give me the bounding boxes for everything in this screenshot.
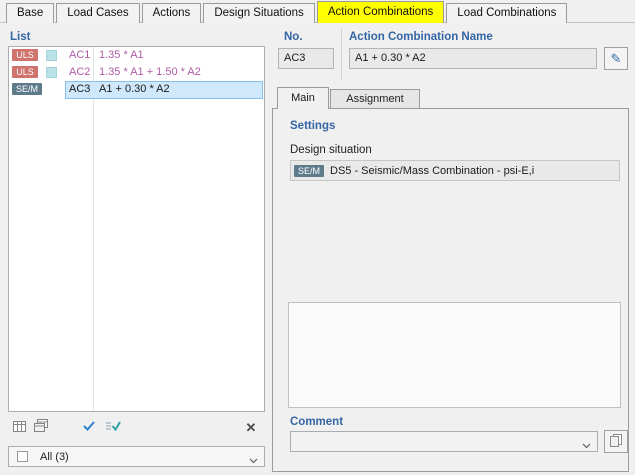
- check-list-icon: [105, 420, 121, 435]
- check-all-button[interactable]: [78, 418, 100, 436]
- design-situation-field[interactable]: SE/M DS5 - Seismic/Mass Combination - ps…: [290, 160, 620, 181]
- tab-load-combinations[interactable]: Load Combinations: [446, 3, 568, 23]
- uls-badge: ULS: [12, 66, 38, 78]
- sem-badge: SE/M: [12, 83, 42, 95]
- copy-icon: [609, 433, 623, 450]
- comment-label: Comment: [290, 416, 344, 428]
- description-area: [288, 302, 621, 408]
- design-situation-value: DS5 - Seismic/Mass Combination - psi-E,i: [330, 164, 535, 177]
- combination-formula: 1.35 * A1 + 1.50 * A2: [99, 66, 201, 78]
- combination-id: AC2: [69, 66, 91, 78]
- tab-assignment[interactable]: Assignment: [330, 89, 420, 109]
- list-item-ac3-selected[interactable]: SE/M AC3 A1 + 0.30 * A2: [9, 81, 264, 99]
- action-combinations-dialog: Base Load Cases Actions Design Situation…: [0, 0, 635, 475]
- edit-name-button[interactable]: ✎: [604, 47, 628, 70]
- check-filter-button[interactable]: [102, 418, 124, 436]
- name-label: Action Combination Name: [349, 31, 493, 43]
- list-filter-dropdown[interactable]: All (3): [8, 446, 265, 467]
- chevron-down-icon: [582, 440, 591, 452]
- list-column-divider: [93, 47, 94, 411]
- color-swatch: [46, 50, 57, 61]
- list-item-ac2[interactable]: ULS AC2 1.35 * A1 + 1.50 * A2: [9, 64, 264, 81]
- blue-check-icon: [82, 420, 96, 435]
- edit-pencil-icon: ✎: [610, 51, 622, 66]
- tab-base[interactable]: Base: [6, 3, 55, 23]
- combination-id: AC1: [69, 49, 91, 61]
- list-label: List: [10, 31, 31, 43]
- name-field[interactable]: A1 + 0.30 * A2: [349, 48, 597, 69]
- header-divider: [341, 28, 342, 80]
- sem-badge: SE/M: [294, 164, 324, 177]
- delete-x-icon: ✕: [245, 419, 257, 435]
- settings-label: Settings: [290, 120, 336, 132]
- combination-formula: 1.35 * A1: [99, 49, 144, 61]
- copy-table-icon: [34, 419, 48, 435]
- tab-main[interactable]: Main: [277, 87, 329, 109]
- color-swatch: [46, 67, 57, 78]
- new-table-icon: [12, 420, 26, 435]
- filter-all-icon: [17, 451, 28, 462]
- copy-comment-button[interactable]: [604, 430, 628, 453]
- tab-action-combinations[interactable]: Action Combinations: [316, 1, 445, 23]
- chevron-down-icon: [249, 455, 258, 467]
- combination-list[interactable]: ULS AC1 1.35 * A1 ULS AC2 1.35 * A1 + 1.…: [8, 46, 265, 412]
- main-tabbar: Base Load Cases Actions Design Situation…: [6, 1, 569, 23]
- list-item-ac1[interactable]: ULS AC1 1.35 * A1: [9, 47, 264, 64]
- tab-actions[interactable]: Actions: [141, 3, 202, 23]
- design-situation-label: Design situation: [290, 144, 372, 156]
- combination-formula: A1 + 0.30 * A2: [99, 83, 170, 95]
- tab-design-situations[interactable]: Design Situations: [203, 3, 315, 23]
- uls-badge: ULS: [12, 49, 38, 61]
- delete-combination-button[interactable]: ✕: [240, 418, 262, 436]
- combination-id: AC3: [69, 83, 91, 95]
- tab-load-cases[interactable]: Load Cases: [56, 3, 140, 23]
- no-field: AC3: [278, 48, 334, 69]
- copy-combination-button[interactable]: [30, 418, 52, 436]
- new-combination-button[interactable]: [8, 418, 30, 436]
- filter-value: All (3): [40, 450, 69, 463]
- no-label: No.: [284, 31, 303, 43]
- comment-combobox[interactable]: [290, 431, 598, 452]
